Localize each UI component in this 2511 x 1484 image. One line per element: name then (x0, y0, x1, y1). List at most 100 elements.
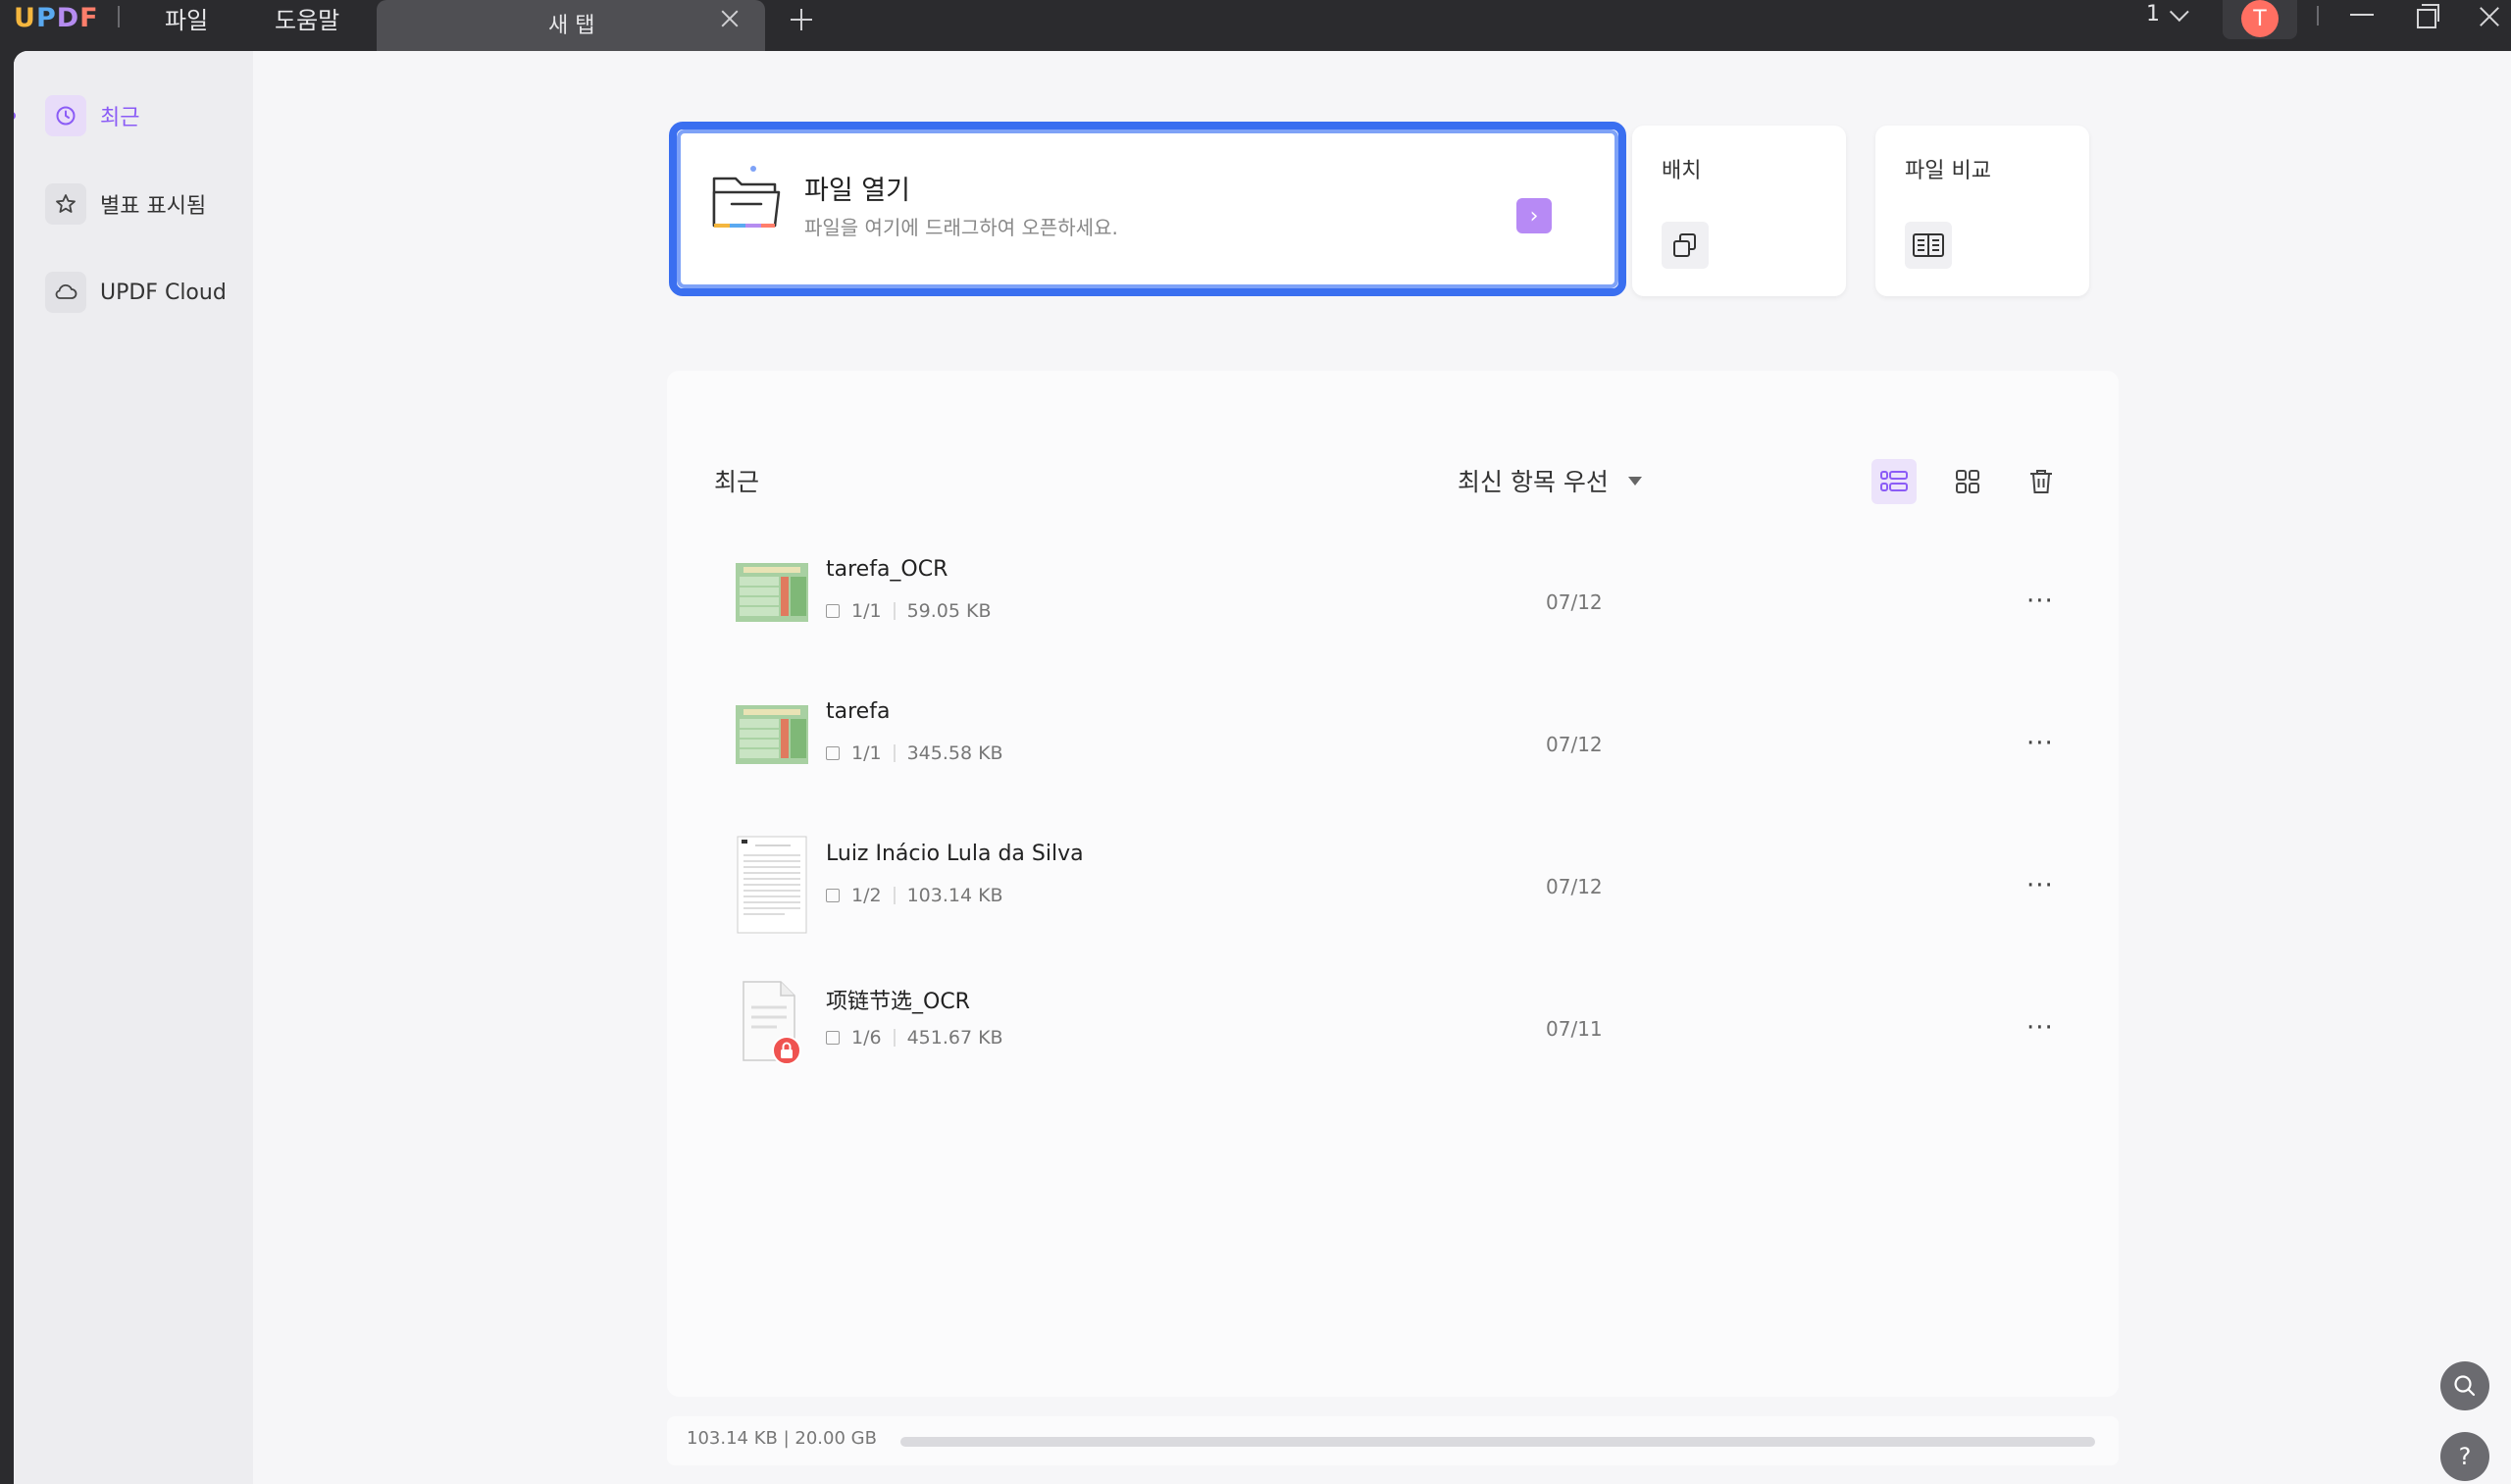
file-name: 项链节选_OCR (826, 990, 970, 1014)
file-name: tarefa (826, 699, 891, 724)
file-meta: 1/1 59.05 KB (826, 600, 992, 622)
help-button[interactable]: ? (2440, 1432, 2489, 1481)
locked-file-thumbnail (736, 978, 808, 1066)
close-window-icon[interactable] (2470, 0, 2509, 35)
storage-text: 103.14 KB | 20.00 GB (687, 1428, 877, 1449)
file-size: 345.58 KB (906, 742, 1003, 764)
compare-title: 파일 비교 (1905, 159, 1991, 183)
file-pages: 1/6 (851, 1027, 882, 1049)
window-count-dropdown[interactable]: 1 (2146, 1, 2189, 26)
tab-close-icon[interactable] (719, 8, 741, 29)
file-date: 07/12 (1546, 590, 1603, 614)
grid-view-button[interactable] (1945, 459, 1990, 504)
window-count: 1 (2146, 2, 2160, 26)
sidebar: 최근 별표 표시됨 UPDF Cloud (14, 51, 253, 1484)
open-file-subtitle: 파일을 여기에 드래그하여 오픈하세요. (804, 216, 1118, 239)
tab-new[interactable]: 새 탭 (377, 0, 765, 51)
add-tab-icon[interactable] (791, 9, 812, 30)
meta-divider (893, 744, 896, 762)
file-size: 103.14 KB (906, 885, 1003, 906)
file-name: tarefa_OCR (826, 557, 948, 582)
menu-help[interactable]: 도움말 (275, 0, 339, 35)
list-item[interactable]: 项链节选_OCR 1/6 451.67 KB 07/11 ··· (736, 978, 2070, 1100)
more-options-icon[interactable]: ··· (2026, 587, 2054, 616)
folder-icon (710, 165, 783, 237)
batch-icon (1662, 222, 1709, 269)
meta-divider (893, 1029, 896, 1047)
open-file-arrow-button[interactable]: › (1516, 198, 1552, 233)
tab-label: 새 탭 (548, 14, 595, 38)
caret-down-icon (1627, 476, 1642, 486)
open-file-title: 파일 열기 (804, 176, 910, 206)
cloud-icon (45, 272, 86, 313)
search-icon (2454, 1375, 2476, 1397)
file-meta: 1/6 451.67 KB (826, 1027, 1003, 1049)
spreadsheet-thumbnail (736, 705, 808, 764)
sidebar-item-recent[interactable]: 최근 (45, 94, 139, 137)
file-size: 59.05 KB (906, 600, 992, 622)
clock-icon (45, 95, 86, 136)
open-file-dropzone[interactable]: 파일 열기 파일을 여기에 드래그하여 오픈하세요. › (677, 129, 1618, 288)
document-thumbnail (736, 836, 808, 934)
file-date: 07/11 (1546, 1017, 1603, 1041)
batch-card[interactable]: 배치 (1632, 126, 1846, 296)
sidebar-item-starred[interactable]: 별표 표시됨 (45, 182, 206, 226)
chevron-right-icon: › (1529, 203, 1539, 229)
pages-icon (826, 604, 840, 618)
meta-divider (893, 602, 896, 620)
recent-title: 최근 (714, 468, 760, 496)
question-icon: ? (2458, 1443, 2472, 1470)
list-item[interactable]: Luiz Inácio Lula da Silva 1/2 103.14 KB … (736, 836, 2070, 957)
search-button[interactable] (2440, 1361, 2489, 1410)
sidebar-collapse-handle[interactable] (14, 112, 16, 120)
trash-icon (2030, 470, 2052, 493)
titlebar-divider (118, 6, 120, 27)
pages-icon (826, 1031, 840, 1045)
trash-button[interactable] (2019, 459, 2064, 504)
storage-progress-bar (900, 1437, 2095, 1447)
sidebar-item-label: 별표 표시됨 (100, 194, 207, 219)
file-name: Luiz Inácio Lula da Silva (826, 842, 1084, 866)
file-size: 451.67 KB (906, 1027, 1003, 1049)
file-pages: 1/1 (851, 742, 882, 764)
pages-icon (826, 746, 840, 760)
app-window: 최근 별표 표시됨 UPDF Cloud 파일 열기 파일을 여기에 드래그하여… (14, 51, 2511, 1484)
sidebar-item-label: 최근 (100, 106, 140, 130)
star-icon (45, 183, 86, 225)
list-view-button[interactable] (1871, 459, 1917, 504)
menu-file[interactable]: 파일 (165, 0, 208, 35)
more-options-icon[interactable]: ··· (2026, 871, 2054, 900)
file-pages: 1/1 (851, 600, 882, 622)
recent-files-panel: 최근 최신 항목 우선 tarefa_OCR 1/1 59.05 KB 07/1… (667, 371, 2119, 1397)
account-button[interactable]: T (2223, 0, 2297, 39)
grid-view-icon (1956, 470, 1979, 493)
batch-title: 배치 (1662, 159, 1702, 183)
titlebar-divider-right (2317, 6, 2319, 26)
compare-icon (1905, 222, 1952, 269)
compare-card[interactable]: 파일 비교 (1875, 126, 2089, 296)
minimize-icon[interactable] (2342, 0, 2382, 35)
open-file-card[interactable]: 파일 열기 파일을 여기에 드래그하여 오픈하세요. › (669, 122, 1626, 296)
list-item[interactable]: tarefa_OCR 1/1 59.05 KB 07/12 ··· (736, 551, 2070, 673)
more-options-icon[interactable]: ··· (2026, 1013, 2054, 1043)
title-bar: UPDF 파일 도움말 새 탭 1 T (0, 0, 2511, 51)
pages-icon (826, 889, 840, 902)
sort-label: 최신 항목 우선 (1458, 468, 1609, 496)
chevron-down-icon (2169, 1, 2189, 22)
file-meta: 1/2 103.14 KB (826, 885, 1003, 906)
restore-icon[interactable] (2407, 0, 2446, 35)
file-date: 07/12 (1546, 733, 1603, 756)
spreadsheet-thumbnail (736, 563, 808, 622)
file-meta: 1/1 345.58 KB (826, 742, 1003, 764)
list-item[interactable]: tarefa 1/1 345.58 KB 07/12 ··· (736, 693, 2070, 815)
meta-divider (893, 887, 896, 904)
sidebar-item-cloud[interactable]: UPDF Cloud (45, 271, 227, 314)
more-options-icon[interactable]: ··· (2026, 729, 2054, 758)
list-view-icon (1880, 471, 1908, 491)
app-logo: UPDF (14, 2, 99, 33)
avatar: T (2241, 0, 2279, 37)
sort-dropdown[interactable]: 최신 항목 우선 (1458, 463, 1642, 498)
file-pages: 1/2 (851, 885, 882, 906)
file-date: 07/12 (1546, 875, 1603, 898)
sidebar-item-label: UPDF Cloud (100, 280, 227, 305)
